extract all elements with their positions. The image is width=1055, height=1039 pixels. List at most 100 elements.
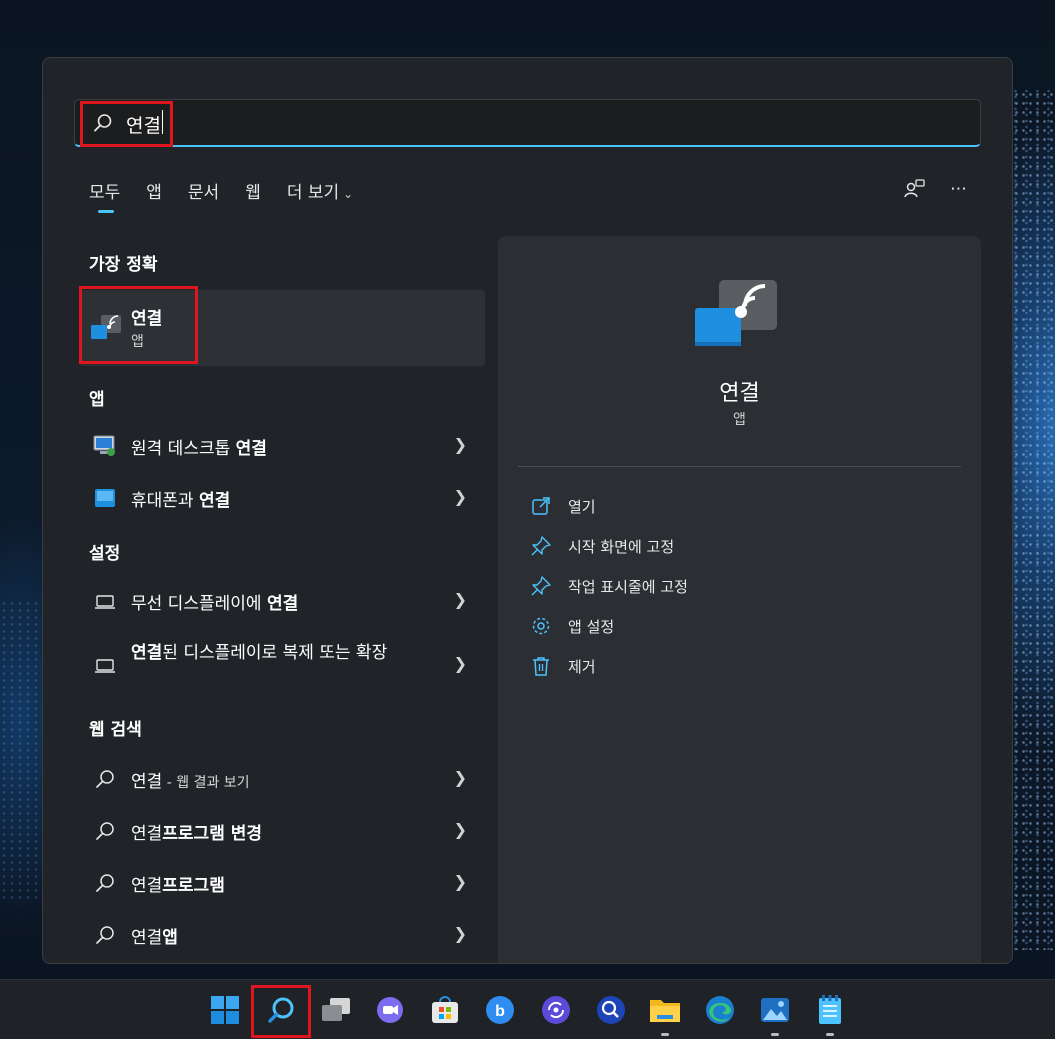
label-match: 연결 [131, 643, 163, 663]
list-item-label: 연결된 디스플레이로 복제 또는 확장 [131, 641, 421, 665]
filter-tabs: 모두 앱 문서 웹 더 보기 ⌄ [89, 178, 379, 218]
photos-button[interactable] [759, 994, 791, 1036]
action-app-settings-label: 앱 설정 [568, 617, 615, 636]
windows-logo-icon [211, 996, 239, 1024]
list-item-label: 휴대폰과 연결 [131, 486, 230, 511]
settings-heading: 설정 [89, 544, 121, 564]
search-box[interactable]: 연결 [74, 99, 981, 147]
running-indicator [661, 1033, 669, 1036]
task-view-icon [322, 998, 350, 1021]
label-match: 프로그램 [162, 876, 225, 896]
bing-icon: b [486, 996, 514, 1024]
list-item-label: 연결프로그램 [131, 871, 225, 896]
folder-icon [650, 1000, 680, 1022]
laptop-icon [95, 659, 115, 673]
label-prefix: 원격 데스크톱 [131, 439, 236, 459]
label-prefix: 연결 [131, 928, 163, 948]
more-options-icon[interactable]: ⋯ [950, 179, 967, 199]
chevron-right-icon: ❯ [453, 435, 467, 454]
label-suffix: 된 디스플레이로 복제 또는 확장 [162, 643, 388, 663]
action-app-settings[interactable]: 앱 설정 [530, 611, 614, 641]
edge-button[interactable] [704, 994, 736, 1026]
label-match: 연결 [198, 491, 231, 511]
chat-icon [377, 997, 403, 1023]
list-item-phone-link[interactable]: 휴대폰과 연결 ❯ [79, 473, 485, 523]
notepad-button[interactable] [814, 994, 846, 1036]
web-result-item[interactable]: 연결프로그램 변경 ❯ [79, 806, 485, 856]
list-item-wireless-display[interactable]: 무선 디스플레이에 연결 ❯ [79, 576, 485, 626]
task-view-button[interactable] [320, 994, 352, 1026]
chevron-right-icon: ❯ [453, 768, 467, 787]
edge-icon [706, 996, 734, 1024]
label-prefix: 연결 [131, 876, 163, 896]
highlight-search-button [251, 985, 311, 1038]
web-result-item[interactable]: 연결앱 ❯ [79, 910, 485, 960]
tab-web-label: 웹 [245, 183, 261, 203]
action-pin-start-label: 시작 화면에 고정 [568, 537, 675, 556]
web-result-item[interactable]: 연결프로그램 ❯ [79, 858, 485, 908]
store-icon [432, 996, 458, 1023]
action-pin-start[interactable]: 시작 화면에 고정 [530, 531, 674, 561]
chevron-right-icon: ❯ [453, 820, 467, 839]
detail-subtitle: 앱 [733, 412, 746, 428]
file-explorer-button[interactable] [649, 994, 681, 1036]
label-match: 프로그램 변경 [162, 824, 263, 844]
tab-apps-label: 앱 [146, 183, 162, 203]
tab-all-label: 모두 [89, 183, 121, 203]
search-panel: 연결 모두 앱 문서 웹 더 보기 ⌄ ⋯ 가장 정확 연결 앱 앱 원격 데스… [42, 57, 1013, 964]
highlight-best-match [79, 286, 198, 364]
label-prefix: 무선 디스플레이에 [131, 594, 267, 614]
chevron-right-icon: ❯ [453, 924, 467, 943]
tab-web[interactable]: 웹 [245, 178, 261, 218]
laptop-icon [95, 595, 115, 609]
label-hint: - 웹 결과 보기 [162, 775, 250, 791]
chevron-right-icon: ❯ [453, 590, 467, 609]
app-button-2[interactable] [595, 994, 627, 1026]
app-button[interactable] [540, 994, 572, 1026]
apps-heading: 앱 [89, 390, 105, 410]
wallpaper-texture-left [0, 600, 45, 900]
label-match: 연결 [266, 594, 299, 614]
chat-button[interactable] [374, 994, 406, 1026]
notepad-icon [819, 995, 841, 1024]
search-icon [96, 822, 114, 840]
panel-toolbar: ⋯ [880, 179, 967, 199]
store-button[interactable] [429, 994, 461, 1026]
list-item-remote-desktop[interactable]: 원격 데스크톱 연결 ❯ [79, 421, 485, 471]
tab-more[interactable]: 더 보기 ⌄ [287, 178, 353, 218]
list-item-label: 원격 데스크톱 연결 [131, 434, 267, 459]
remote-desktop-icon [93, 435, 115, 456]
photos-icon [761, 998, 789, 1022]
connect-app-icon [695, 280, 777, 346]
sync-app-icon [542, 996, 570, 1024]
bing-button[interactable]: b [484, 994, 516, 1026]
action-pin-taskbar-label: 작업 표시줄에 고정 [568, 577, 688, 596]
list-item-label: 연결앱 [131, 923, 178, 948]
pin-icon [531, 536, 551, 556]
label-match: 연결 [235, 439, 267, 459]
pin-icon [531, 576, 551, 596]
action-open[interactable]: 열기 [530, 491, 596, 521]
action-pin-taskbar[interactable]: 작업 표시줄에 고정 [530, 571, 688, 601]
list-item-duplicate-extend-display[interactable]: 연결된 디스플레이로 복제 또는 확장 ❯ [79, 630, 485, 700]
label-prefix: 휴대폰과 [131, 491, 199, 511]
tab-documents-label: 문서 [187, 183, 220, 203]
action-uninstall-label: 제거 [568, 657, 596, 676]
list-item-label: 연결 - 웹 결과 보기 [131, 767, 250, 792]
best-match-heading: 가장 정확 [89, 255, 158, 275]
svg-text:b: b [495, 1003, 505, 1020]
action-uninstall[interactable]: 제거 [530, 651, 596, 681]
gear-icon [532, 617, 550, 635]
web-result-item[interactable]: 연결 - 웹 결과 보기 ❯ [79, 754, 485, 804]
trash-icon [533, 657, 549, 676]
search-icon [96, 926, 114, 944]
tab-more-label: 더 보기 [286, 183, 340, 203]
taskbar: b [0, 979, 1055, 1039]
start-button[interactable] [209, 994, 241, 1026]
tab-all[interactable]: 모두 [89, 178, 120, 218]
tab-apps[interactable]: 앱 [146, 178, 162, 218]
action-open-label: 열기 [568, 497, 596, 516]
divider [518, 466, 961, 467]
tab-documents[interactable]: 문서 [188, 178, 219, 218]
account-feedback-icon[interactable] [904, 179, 926, 199]
